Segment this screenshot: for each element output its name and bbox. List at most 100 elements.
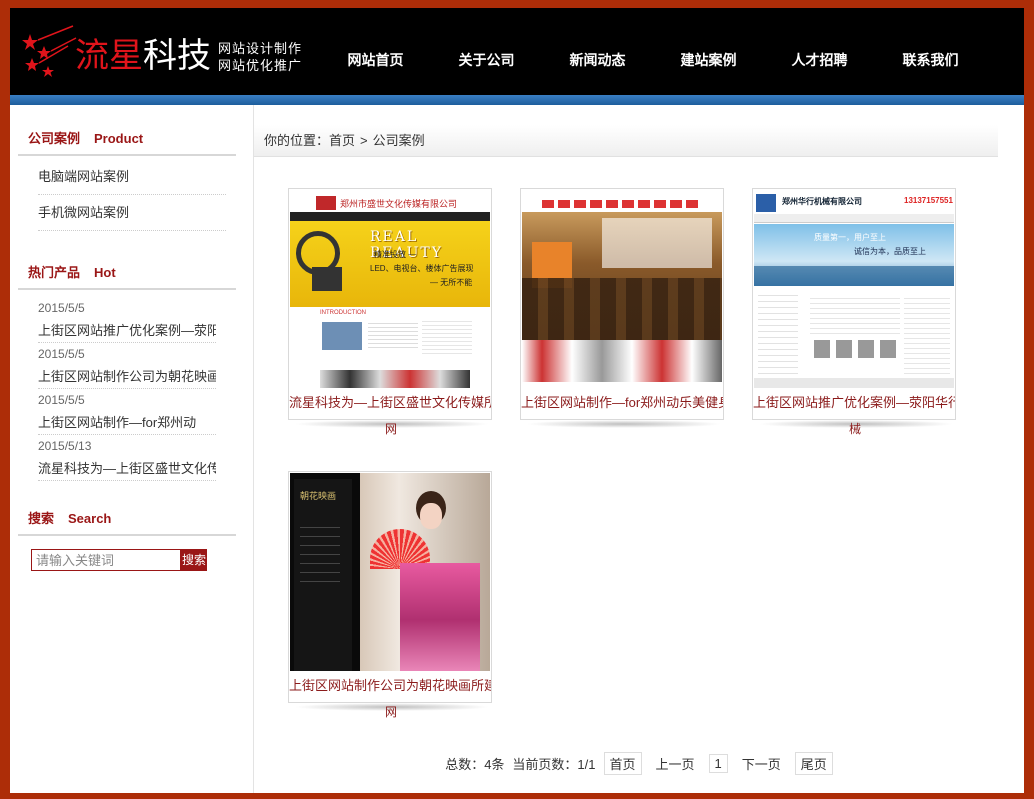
thumb-slogan-line: LED、电视台、楼体广告展现	[370, 264, 474, 273]
hot-item-date: 2015/5/13	[38, 439, 92, 453]
thumb-company-title: 郑州华行机械有限公司	[782, 197, 862, 206]
pager-total: 总数：4条	[445, 756, 505, 772]
nav-about[interactable]: 关于公司	[431, 8, 542, 95]
main-nav: 网站首页 关于公司 新闻动态 建站案例 人才招聘 联系我们	[320, 8, 986, 95]
case-thumbnail[interactable]: 朝花映画	[290, 473, 490, 671]
breadcrumb-separator: >	[360, 133, 368, 148]
breadcrumb-prefix: 你的位置：	[264, 133, 330, 148]
tagline-line-2: 网站优化推广	[218, 58, 303, 73]
nav-news[interactable]: 新闻动态	[542, 8, 653, 95]
logo-mark-icon	[756, 194, 776, 212]
logo-text[interactable]: 流星科技	[75, 36, 211, 76]
case-caption[interactable]: 上街区网站制作公司为朝花映画所建设	[289, 678, 491, 694]
nav-cases[interactable]: 建站案例	[653, 8, 764, 95]
nav-jobs[interactable]: 人才招聘	[764, 8, 875, 95]
cases-title-cn: 公司案例	[28, 131, 81, 146]
case-thumbnail[interactable]	[522, 190, 722, 388]
thumb-nav-bar	[754, 214, 954, 223]
thumb-text-block	[422, 318, 472, 354]
thumb-menu-lines	[300, 519, 340, 589]
hot-item-link[interactable]: 上街区网站推广优化案例—荥阳	[38, 320, 216, 343]
thumb-portrait	[360, 473, 490, 671]
thumb-phone: 13137157551	[904, 196, 953, 205]
thumb-text-block	[904, 294, 950, 374]
thumb-slogan-line-2: — 无所不能	[430, 278, 473, 287]
breadcrumb-home-link[interactable]: 首页	[329, 133, 355, 148]
thumb-window	[602, 218, 712, 268]
search-input[interactable]: 请输入关键词	[31, 549, 181, 571]
hot-title-en: Hot	[94, 265, 116, 280]
sidebar-item-mobile-cases[interactable]: 手机微网站案例	[38, 196, 226, 231]
pagination: 总数：4条 当前页数：1/1 首页 上一页 1 下一页 尾页	[254, 751, 1024, 775]
hot-item-date: 2015/5/5	[38, 393, 85, 407]
hot-section-title: 热门产品 Hot	[18, 258, 236, 290]
search-button[interactable]: 搜索	[181, 549, 207, 571]
thumb-logo-text: 朝花映画	[300, 492, 337, 502]
pager-prev-button[interactable]: 上一页	[650, 754, 701, 773]
thumb-products-row	[320, 370, 470, 388]
hot-item-date: 2015/5/5	[38, 347, 85, 361]
card-shadow	[526, 420, 722, 428]
thumb-face	[420, 503, 442, 529]
search-section-title: 搜索 Search	[18, 504, 236, 536]
case-card[interactable]: 朝花映画 上街区网站制作公司为朝花映画所建设 网	[288, 471, 492, 718]
header-divider-bar	[10, 95, 1024, 105]
thumb-company-title: 郑州市盛世文化传媒有限公司	[340, 199, 458, 209]
cases-title-en: Product	[94, 131, 144, 146]
thumb-dark-sidebar: 朝花映画	[294, 479, 352, 671]
sidebar: 公司案例 Product 电脑端网站案例 手机微网站案例 热门产品 Hot 2015…	[10, 105, 254, 793]
thumb-nav-bar	[542, 200, 702, 208]
thumb-photo	[322, 322, 362, 350]
case-caption[interactable]: 流星科技为—上街区盛世文化传媒所做	[289, 395, 491, 411]
pager-first-button[interactable]: 首页	[603, 751, 642, 775]
pager-page-1[interactable]: 1	[708, 753, 728, 773]
thumb-intro-label: INTRODUCTION	[320, 310, 366, 316]
shooting-stars-icon	[22, 25, 77, 77]
thumb-nav-bar	[290, 212, 490, 221]
thumb-sea	[754, 266, 954, 286]
pager-current: 当前页数：1/1	[512, 756, 596, 772]
case-thumbnail[interactable]: 郑州市盛世文化传媒有限公司 REAL BEAUTY 精准投放 — LED、电视台…	[290, 190, 490, 388]
case-card[interactable]: 上街区网站制作—for郑州动乐美健身	[520, 188, 724, 420]
case-caption[interactable]: 上街区网站推广优化案例—荥阳华行机	[753, 395, 955, 411]
page: 流星科技 网站设计制作 网站优化推广 网站首页 关于公司 新闻动态 建站案例 人…	[10, 8, 1024, 793]
cases-section-title: 公司案例 Product	[18, 124, 236, 156]
hot-item-date: 2015/5/5	[38, 301, 85, 315]
hot-title-cn: 热门产品	[28, 265, 81, 280]
logo-seal-icon	[316, 196, 336, 210]
thumb-chairs	[522, 278, 722, 340]
thumb-banner: 质量第一，用户至上 诚信为本，品质至上	[754, 224, 954, 286]
pager-last-button[interactable]: 尾页	[794, 751, 833, 775]
search-title-cn: 搜索	[28, 511, 55, 526]
thumb-slogan: 精准投放 —	[374, 250, 417, 259]
logo-tagline: 网站设计制作 网站优化推广	[218, 40, 302, 74]
thumb-gallery-row	[522, 340, 722, 382]
hot-item-link[interactable]: 上街区网站制作公司为朝花映画	[38, 366, 216, 389]
case-card[interactable]: 郑州市盛世文化传媒有限公司 REAL BEAUTY 精准投放 — LED、电视台…	[288, 188, 492, 435]
hot-item-link[interactable]: 流星科技为—上街区盛世文化传	[38, 458, 216, 481]
pager-next-button[interactable]: 下一页	[736, 754, 787, 773]
nav-contact[interactable]: 联系我们	[875, 8, 986, 95]
thumb-text-block	[810, 294, 900, 334]
thumb-products-row	[814, 340, 898, 358]
case-caption[interactable]: 上街区网站制作—for郑州动乐美健身	[521, 395, 723, 411]
nav-home[interactable]: 网站首页	[320, 8, 431, 95]
case-caption-overflow: 网	[385, 705, 398, 719]
sidebar-item-pc-cases[interactable]: 电脑端网站案例	[38, 160, 226, 195]
thumb-slogan-2: 诚信为本，品质至上	[854, 247, 926, 256]
thumb-sidebar-list	[758, 290, 798, 380]
tagline-line-1: 网站设计制作	[218, 41, 303, 56]
hot-item-link[interactable]: 上街区网站制作—for郑州动	[38, 412, 216, 435]
site-header: 流星科技 网站设计制作 网站优化推广 网站首页 关于公司 新闻动态 建站案例 人…	[10, 8, 1024, 95]
thumb-kimono	[400, 563, 480, 671]
logo-text-white: 科技	[143, 36, 211, 76]
thumb-cafe-photo	[522, 212, 722, 340]
case-thumbnail[interactable]: 郑州华行机械有限公司 13137157551 质量第一，用户至上 诚信为本，品质…	[754, 190, 954, 388]
case-caption-overflow: 网	[385, 422, 398, 436]
thumb-text-block	[368, 320, 418, 350]
breadcrumb: 你的位置：首页 > 公司案例	[254, 125, 998, 157]
logo-text-red: 流星	[75, 36, 143, 76]
projector-icon	[312, 267, 342, 291]
breadcrumb-current: 公司案例	[372, 133, 425, 148]
case-card[interactable]: 郑州华行机械有限公司 13137157551 质量第一，用户至上 诚信为本，品质…	[752, 188, 956, 435]
